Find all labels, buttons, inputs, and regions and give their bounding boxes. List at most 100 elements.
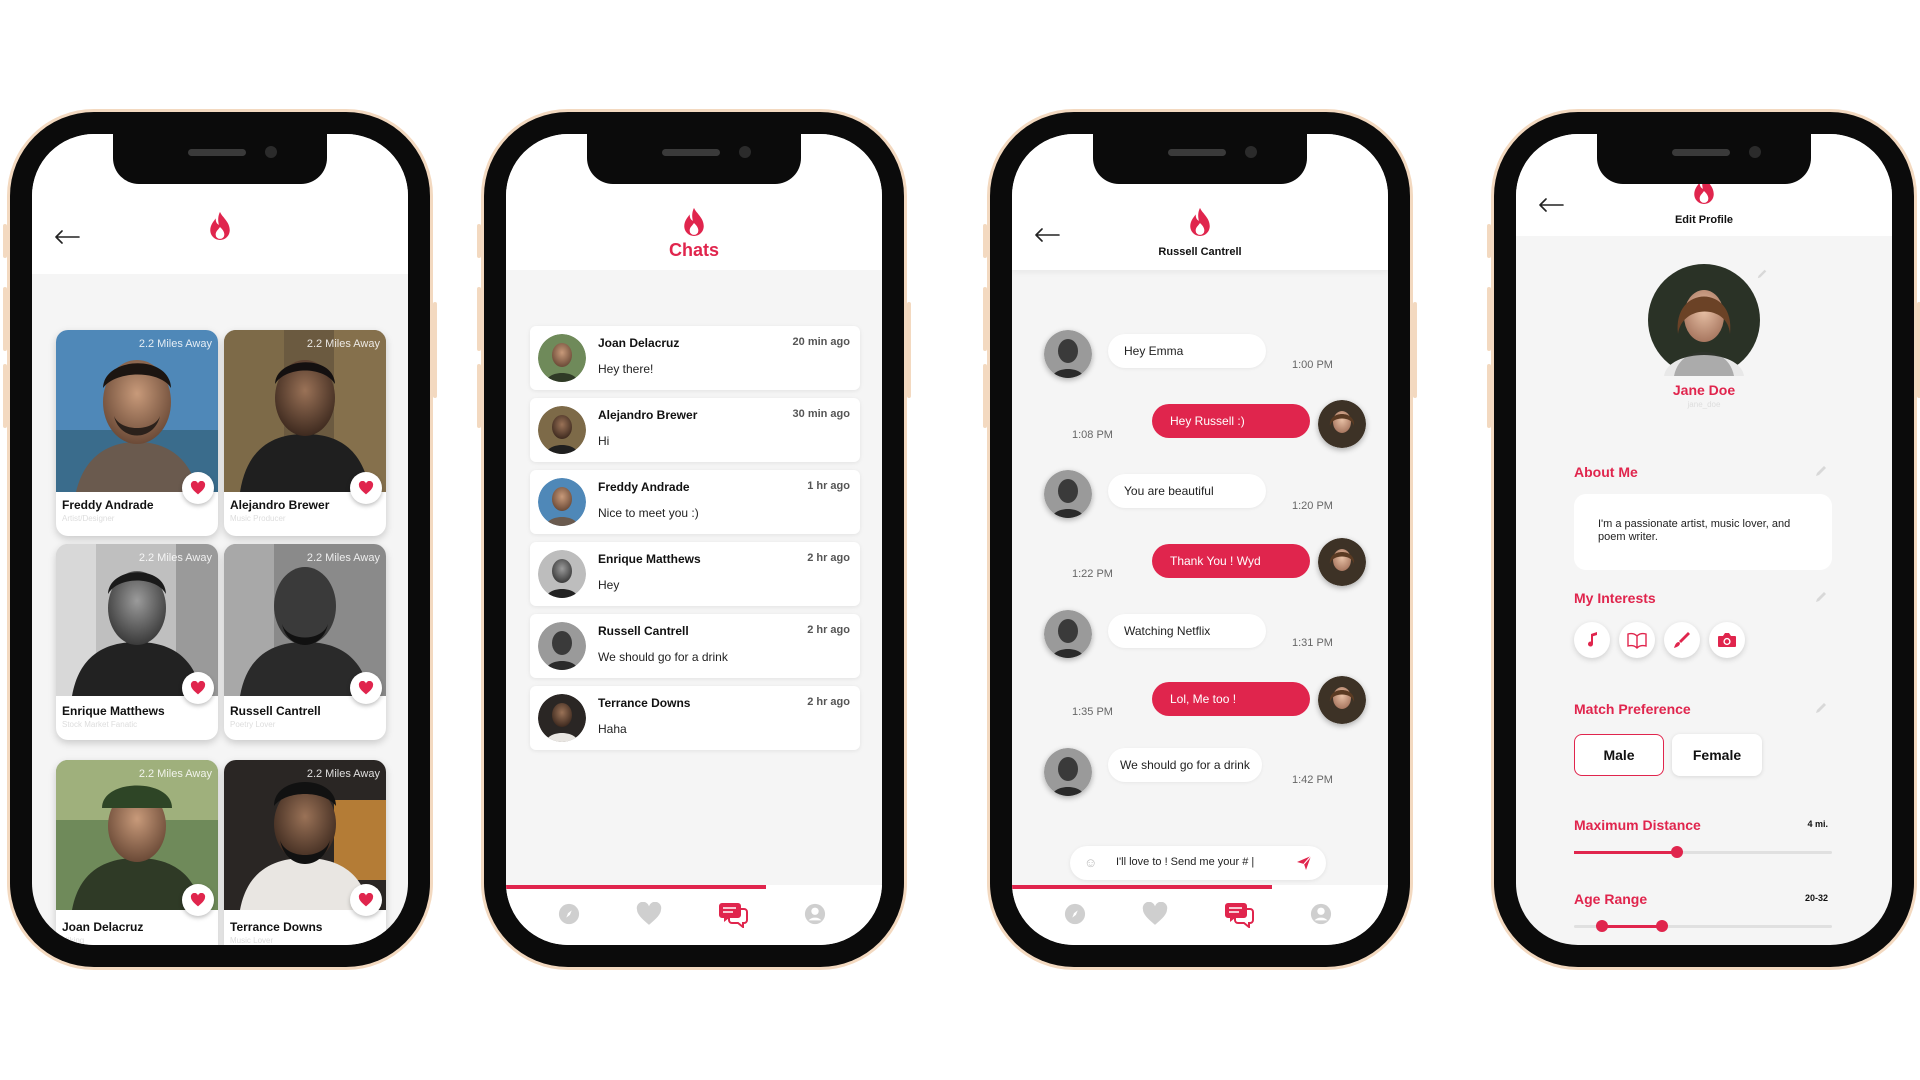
interest-art[interactable] [1664, 622, 1700, 658]
avatar [1044, 470, 1092, 518]
chat-list-item[interactable]: Terrance Downs Haha 2 hr ago [530, 686, 860, 750]
edit-about-icon[interactable] [1814, 464, 1828, 478]
bottom-tab-bar [1012, 885, 1388, 945]
chat-list-item[interactable]: Enrique Matthews Hey 2 hr ago [530, 542, 860, 606]
message-input[interactable]: ☺ I'll love to ! Send me your # | [1070, 846, 1326, 880]
music-note-icon [1588, 632, 1597, 647]
chat-time: 1 hr ago [807, 480, 850, 492]
slider-fill [1574, 851, 1678, 854]
distance-slider[interactable] [1574, 846, 1832, 858]
chat-list-item[interactable]: Freddy Andrade Nice to meet you :) 1 hr … [530, 470, 860, 534]
message-time: 1:35 PM [1072, 706, 1113, 718]
about-me-card[interactable]: I'm a passionate artist, music lover, an… [1574, 494, 1832, 570]
slider-knob-min[interactable] [1596, 920, 1609, 932]
message-input-value: I'll love to ! Send me your # | [1116, 856, 1255, 868]
distance-label: 2.2 Miles Away [306, 768, 380, 780]
chat-list-item[interactable]: Russell Cantrell We should go for a drin… [530, 614, 860, 678]
chat-preview: Hey [598, 578, 620, 592]
avatar [1318, 538, 1366, 586]
chat-time: 2 hr ago [807, 552, 850, 564]
chat-list-item[interactable]: Joan Delacruz Hey there! 20 min ago [530, 326, 860, 390]
profile-avatar[interactable] [1648, 264, 1760, 376]
back-arrow-icon[interactable] [54, 230, 80, 244]
card-name: Enrique Matthews [62, 704, 165, 718]
like-button[interactable] [350, 672, 382, 704]
profile-card[interactable]: 2.2 Miles Away Russell Cantrell Poetry L… [224, 544, 386, 740]
edit-interests-icon[interactable] [1814, 590, 1828, 604]
max-distance-value: 4 mi. [1807, 819, 1828, 829]
tab-discover[interactable] [554, 899, 584, 929]
like-button[interactable] [350, 884, 382, 916]
book-icon [1627, 632, 1647, 649]
message-time: 1:22 PM [1072, 568, 1113, 580]
back-arrow-icon[interactable] [1538, 198, 1564, 212]
slider-knob-max[interactable] [1655, 920, 1668, 932]
match-option-male[interactable]: Male [1574, 734, 1664, 776]
interest-reading[interactable] [1619, 622, 1655, 658]
tab-chats[interactable] [1224, 899, 1254, 929]
like-button[interactable] [182, 472, 214, 504]
heart-icon [190, 681, 206, 695]
like-button[interactable] [350, 472, 382, 504]
flame-logo-icon [207, 210, 233, 244]
match-option-female[interactable]: Female [1672, 734, 1762, 776]
tab-discover[interactable] [1060, 899, 1090, 929]
active-tab-indicator [1012, 885, 1272, 889]
heart-icon [358, 681, 374, 695]
flame-logo-icon [681, 206, 707, 240]
like-button[interactable] [182, 672, 214, 704]
phone-discover: 2.2 Miles Away Freddy Andrade Artist/Des… [3, 112, 437, 967]
send-icon[interactable] [1296, 855, 1312, 871]
chat-name: Joan Delacruz [598, 336, 680, 350]
chat-list-item[interactable]: Alejandro Brewer Hi 30 min ago [530, 398, 860, 462]
chat-time: 2 hr ago [807, 696, 850, 708]
interest-music[interactable] [1574, 622, 1610, 658]
age-range-value: 20-32 [1804, 893, 1828, 903]
slider-knob[interactable] [1671, 846, 1684, 858]
tab-likes[interactable] [1140, 899, 1170, 929]
profile-card[interactable]: 2.2 Miles Away Joan Delacruz Hiking [56, 760, 218, 945]
age-range-slider[interactable] [1574, 920, 1832, 932]
avatar [1318, 400, 1366, 448]
max-distance-label: Maximum Distance [1574, 817, 1701, 833]
tab-likes[interactable] [634, 899, 664, 929]
compass-icon [558, 903, 580, 925]
chat-time: 20 min ago [792, 336, 850, 348]
avatar [538, 694, 586, 742]
message-time: 1:08 PM [1072, 429, 1113, 441]
chat-preview: Nice to meet you :) [598, 506, 699, 520]
emoji-icon[interactable]: ☺ [1084, 855, 1097, 870]
profile-card[interactable]: 2.2 Miles Away Terrance Downs Music Love… [224, 760, 386, 945]
page-title: Edit Profile [1674, 214, 1734, 226]
profile-card[interactable]: 2.2 Miles Away Enrique Matthews Stock Ma… [56, 544, 218, 740]
profile-photo [224, 330, 386, 492]
tab-profile[interactable] [1306, 899, 1336, 929]
profile-card[interactable]: 2.2 Miles Away Alejandro Brewer Music Pr… [224, 330, 386, 536]
tab-profile[interactable] [800, 899, 830, 929]
interest-photography[interactable] [1709, 622, 1745, 658]
match-preference-label: Match Preference [1574, 701, 1691, 717]
card-subtitle: Artist/Designer [62, 514, 115, 523]
card-name: Terrance Downs [230, 920, 323, 934]
edit-match-icon[interactable] [1814, 701, 1828, 715]
card-name: Joan Delacruz [62, 920, 144, 934]
page-title: Chats [668, 240, 719, 260]
heart-icon [190, 481, 206, 495]
back-arrow-icon[interactable] [1034, 228, 1060, 242]
distance-label: 2.2 Miles Away [138, 552, 212, 564]
bottom-tab-bar [506, 885, 882, 945]
edit-avatar-icon[interactable] [1756, 268, 1768, 280]
heart-icon [358, 481, 374, 495]
notch [113, 134, 327, 184]
avatar [1044, 748, 1092, 796]
distance-label: 2.2 Miles Away [138, 338, 212, 350]
tab-chats[interactable] [718, 899, 748, 929]
like-button[interactable] [182, 884, 214, 916]
chat-time: 30 min ago [792, 408, 850, 420]
profile-card[interactable]: 2.2 Miles Away Freddy Andrade Artist/Des… [56, 330, 218, 536]
chats-screen: Chats Joan Delacruz Hey there! 20 min ag… [506, 134, 882, 945]
message-bubble-incoming: Watching Netflix [1108, 614, 1266, 648]
flame-logo-icon [1187, 206, 1213, 240]
heart-icon [635, 902, 663, 926]
conversation-title: Russell Cantrell [1158, 246, 1242, 258]
